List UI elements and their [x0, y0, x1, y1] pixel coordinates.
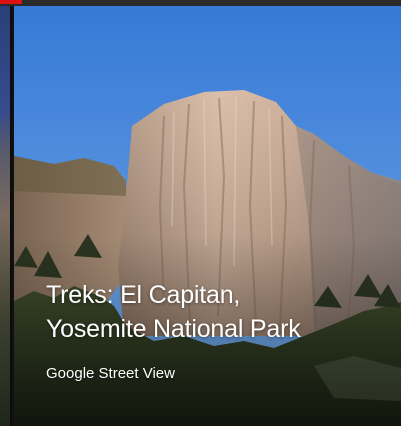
card-title: Treks: El Capitan, Yosemite National Par… — [46, 278, 386, 346]
trek-card[interactable]: Treks: El Capitan, Yosemite National Par… — [14, 6, 401, 426]
app-viewport: Treks: El Capitan, Yosemite National Par… — [0, 0, 401, 426]
card-subtitle: Google Street View — [46, 365, 175, 382]
card-title-line-2: Yosemite National Park — [46, 315, 301, 343]
previous-card-edge[interactable] — [0, 6, 12, 426]
card-title-line-1: Treks: El Capitan, — [46, 281, 241, 309]
recording-indicator — [0, 0, 22, 4]
